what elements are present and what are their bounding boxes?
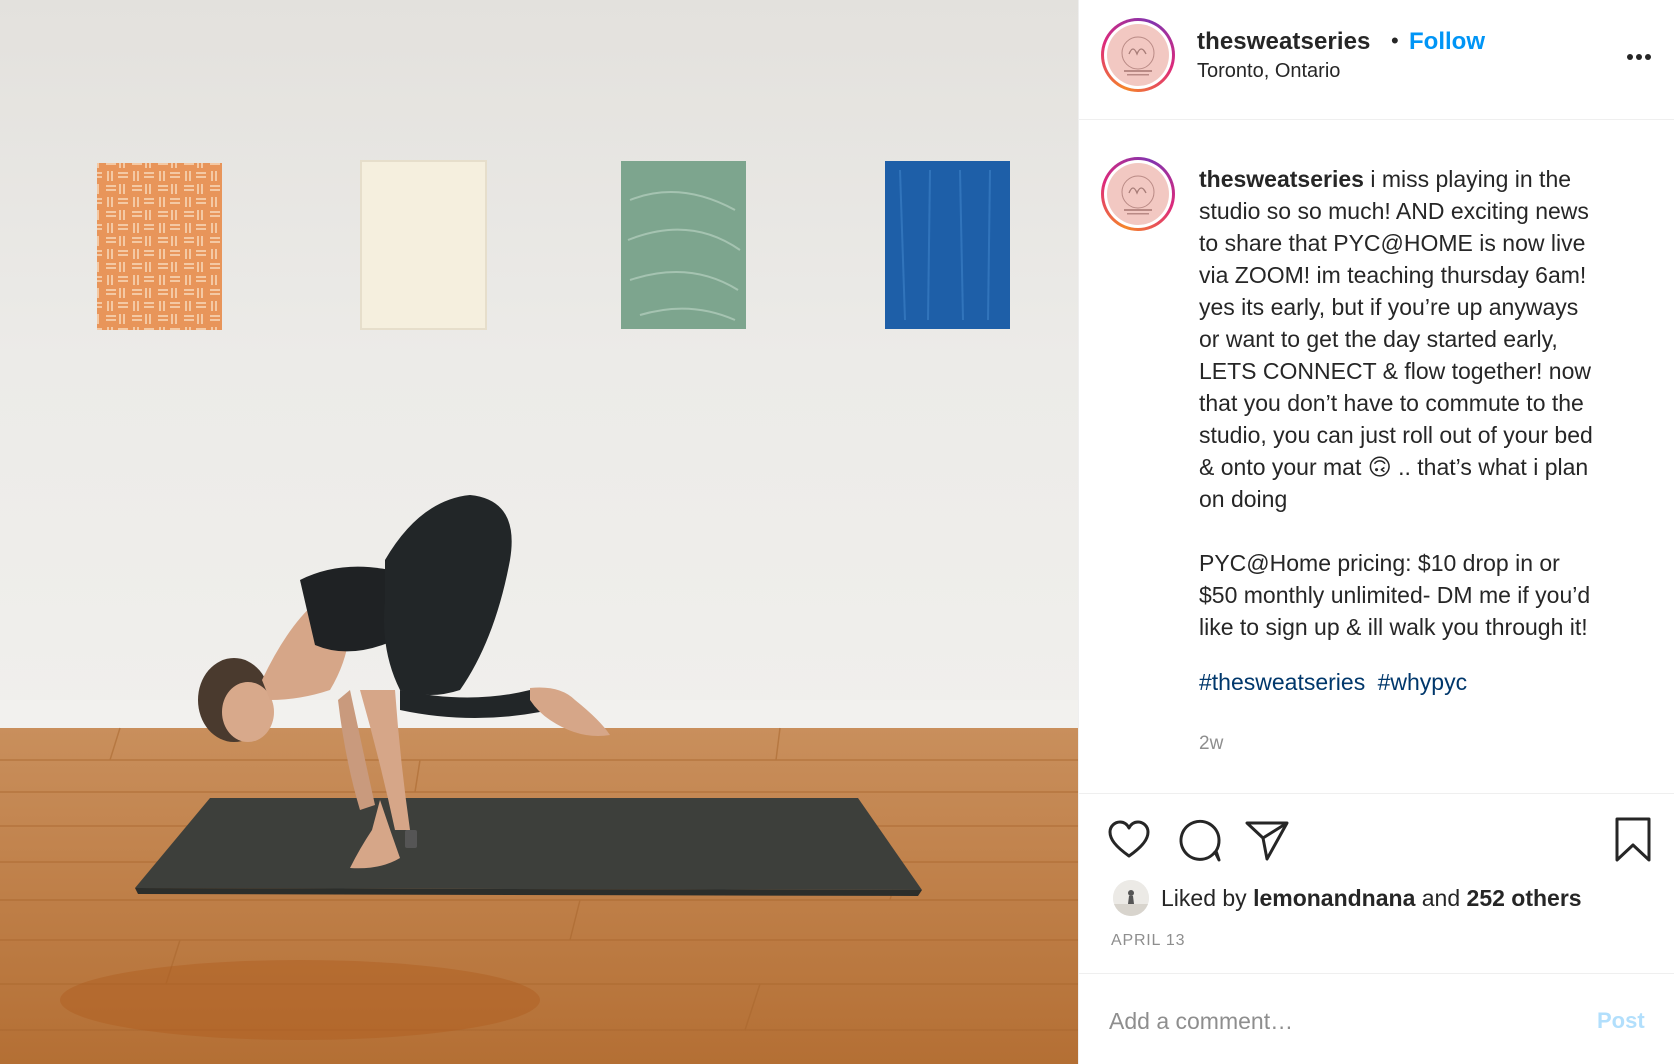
post-location[interactable]: Toronto, Ontario: [1197, 60, 1340, 83]
post-side-panel: thesweatseries • Follow Toronto, Ontario…: [1078, 0, 1674, 1064]
caption-line: or want to get the day started early,: [1199, 326, 1558, 352]
post-header: thesweatseries • Follow Toronto, Ontario: [1079, 0, 1674, 120]
post-actions: Liked by lemonandnana and 252 others APR…: [1079, 793, 1674, 973]
caption-line: i miss playing in the: [1370, 166, 1572, 192]
caption-username[interactable]: thesweatseries: [1199, 166, 1364, 192]
caption-line: PYC@Home pricing: $10 drop in or: [1199, 550, 1560, 576]
caption-line: studio so so much! AND exciting news: [1199, 198, 1589, 224]
caption-line: studio, you can just roll out of your be…: [1199, 422, 1593, 448]
post-caption: thesweatseries i miss playing in the stu…: [1199, 163, 1657, 643]
caption-avatar[interactable]: [1101, 157, 1175, 231]
hashtags: #thesweatseries #whypyc: [1199, 669, 1473, 696]
likes-prefix: Liked by: [1161, 884, 1247, 911]
header-username[interactable]: thesweatseries: [1197, 28, 1371, 56]
likes-summary[interactable]: Liked by lemonandnana and 252 others: [1113, 878, 1582, 918]
comment-input[interactable]: [1109, 1002, 1549, 1040]
post-comment-button[interactable]: Post: [1597, 1008, 1645, 1034]
caption-line: & onto your mat: [1199, 454, 1362, 480]
likes-others[interactable]: 252 others: [1467, 885, 1582, 912]
post-date[interactable]: APRIL 13: [1111, 932, 1185, 950]
comment-bar: Post: [1079, 973, 1674, 1064]
follow-button[interactable]: Follow: [1409, 28, 1485, 56]
caption-time-ago[interactable]: 2w: [1199, 733, 1223, 755]
caption-line: on doing: [1199, 486, 1288, 512]
hashtag-link[interactable]: #thesweatseries: [1199, 669, 1365, 695]
bookmark-icon[interactable]: [1609, 816, 1657, 864]
heart-icon[interactable]: [1105, 816, 1153, 864]
post-photo[interactable]: [0, 0, 1078, 1064]
caption-line: $50 monthly unlimited- DM me if you’d: [1199, 582, 1591, 608]
caption-line: yes its early, but if you’re up anyways: [1199, 294, 1579, 320]
yoga-photo-illustration: [0, 0, 1078, 1064]
caption-line: to share that PYC@HOME is now live: [1199, 230, 1586, 256]
hashtag-link[interactable]: #whypyc: [1378, 669, 1467, 695]
likes-middle: and: [1421, 884, 1461, 911]
caption-line: like to sign up & ill walk you through i…: [1199, 614, 1588, 640]
likes-user[interactable]: lemonandnana: [1253, 885, 1415, 912]
caption-line: LETS CONNECT & flow together! now: [1199, 358, 1591, 384]
comment-icon[interactable]: [1175, 816, 1223, 864]
share-icon[interactable]: [1243, 816, 1291, 864]
brand-logo-icon: [1121, 36, 1155, 76]
profile-avatar[interactable]: [1101, 18, 1175, 92]
caption-line: .. that’s what i plan: [1398, 454, 1589, 480]
caption-line: that you don’t have to commute to the: [1199, 390, 1584, 416]
upside-down-face-emoji: 🙃: [1367, 454, 1392, 480]
header-separator: •: [1391, 28, 1399, 53]
liker-avatar[interactable]: [1113, 880, 1149, 916]
brand-logo-icon: [1121, 175, 1155, 215]
caption-line: via ZOOM! im teaching thursday 6am!: [1199, 262, 1587, 288]
more-horizontal-icon[interactable]: [1619, 40, 1659, 74]
caption-area: thesweatseries i miss playing in the stu…: [1079, 121, 1674, 793]
